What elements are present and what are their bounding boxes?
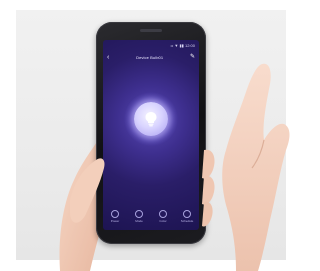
left-thumb — [70, 158, 105, 223]
left-finger-1 — [202, 149, 215, 179]
left-finger-3 — [202, 201, 213, 227]
hand-fingers-foreground — [70, 149, 215, 227]
left-finger-2 — [202, 175, 215, 205]
product-photo: •• ▼ ▮▮ 12:00 ‹ Device Bulb01 ✎ Power Mo… — [0, 0, 297, 271]
